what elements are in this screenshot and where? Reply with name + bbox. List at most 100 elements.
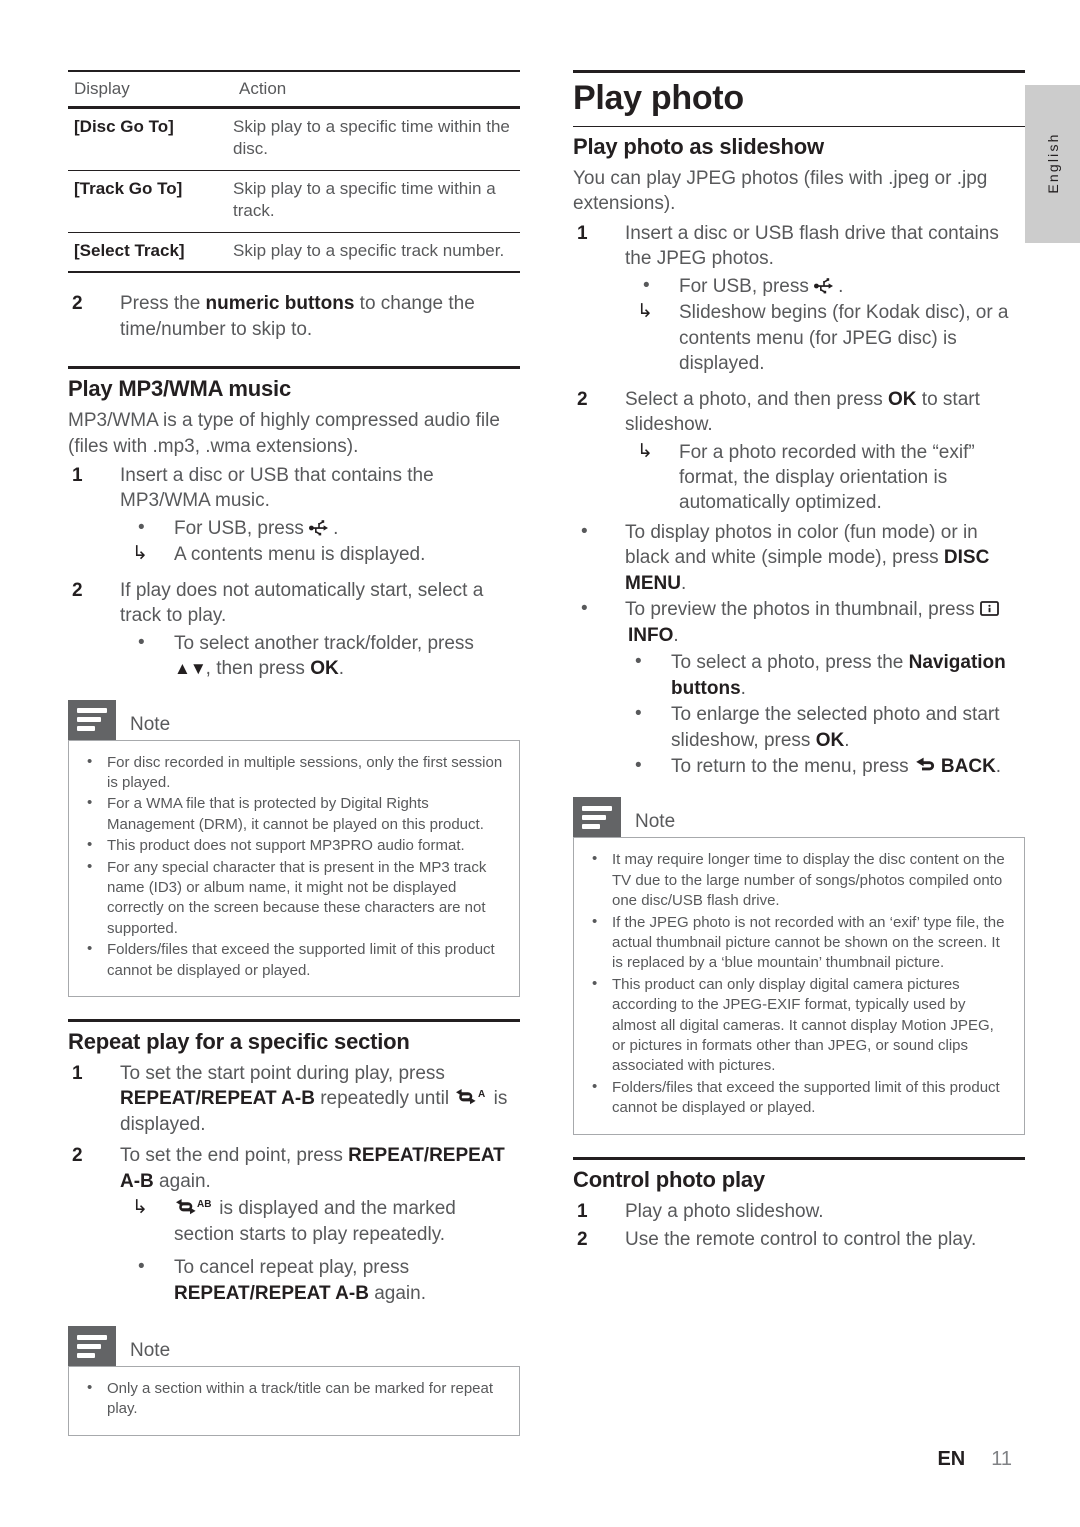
step-number: 1 <box>72 1062 83 1084</box>
step-text: Use the remote control to control the pl… <box>625 1228 977 1250</box>
sub-bullet-text: For USB, press <box>174 517 310 539</box>
note-item: • This product can only display digital c… <box>584 975 1008 1077</box>
sub-bullet-text: For USB, press <box>679 275 815 297</box>
mp3-steps: 1 Insert a disc or USB that contains the… <box>68 463 520 682</box>
section-divider <box>68 366 520 370</box>
sub-bullet-text: To select another track/folder, press <box>174 632 474 654</box>
step-item: 1 Insert a disc or USB flash drive that … <box>573 221 1025 377</box>
top-bullet-text: To display photos in color (fun mode) or… <box>625 521 978 569</box>
language-side-tab: English <box>1025 85 1080 243</box>
control-heading: Control photo play <box>573 1166 765 1192</box>
note-icon <box>68 1326 116 1366</box>
step-text-b: again. <box>153 1170 211 1192</box>
footer-page-number: 11 <box>991 1448 1012 1470</box>
top-bullet-text: To preview the photos in thumbnail, pres… <box>625 599 980 621</box>
language-side-tab-label: English <box>1044 132 1061 194</box>
table-row: [Track Go To] Skip play to a specific ti… <box>68 170 520 233</box>
step-sub-list: • For USB, press . ↳ Slideshow begins (f… <box>625 274 1025 377</box>
sub-bullet-text: To cancel repeat play, press <box>174 1257 410 1279</box>
bullet-dot: • <box>138 516 145 538</box>
bullet-dot: • <box>581 598 588 620</box>
sub-bullet: • To cancel repeat play, press REPEAT/RE… <box>120 1255 520 1306</box>
step-item: 2 Select a photo, and then press OK to s… <box>573 387 1025 516</box>
slideshow-top-bullets: • To display photos in color (fun mode) … <box>573 520 1025 648</box>
deep-bullet-text-post: . <box>844 729 850 751</box>
sub-bullet-text-post: . <box>838 275 844 297</box>
keyword-ok: OK <box>310 658 339 680</box>
mp3-heading: Play MP3/WMA music <box>68 376 291 402</box>
keyword-ok: OK <box>888 388 917 410</box>
top-bullet: • To display photos in color (fun mode) … <box>573 520 1025 596</box>
sub-bullet: • For USB, press . <box>120 516 520 541</box>
note-icon <box>68 699 116 740</box>
note-item: • Folders/files that exceed the supported… <box>79 940 503 981</box>
bullet-dot: • <box>87 752 93 770</box>
note-item: • It may require longer time to display t… <box>584 850 1008 911</box>
step-text-a: To set the start point during play, pres… <box>120 1062 445 1084</box>
step-item: 2 To set the end point, press REPEAT/REP… <box>68 1143 520 1306</box>
navigation-arrows-icon: ▲▼ <box>174 659 207 679</box>
sub-bullet-text-post: . <box>333 517 339 539</box>
sub-bullet-text-post: . <box>338 658 344 680</box>
step-sub-list: • To select another track/folder, press … <box>120 631 520 682</box>
note-header: Note <box>573 797 1025 838</box>
arrow-step-icon: ↳ <box>132 543 148 565</box>
top-bullet-text-post: . <box>680 572 687 594</box>
step-number: 2 <box>577 388 588 410</box>
control-steps: 1 Play a photo slideshow. 2 Use the remo… <box>573 1199 1025 1253</box>
info-icon <box>979 600 1000 617</box>
note-title: Note <box>130 1340 171 1361</box>
table-row: [Disc Go To] Skip play to a specific tim… <box>68 107 520 171</box>
table-cell-action: Skip play to a specific time within the … <box>233 107 520 171</box>
deep-bullet: • To enlarge the selected photo and star… <box>573 702 1025 753</box>
note-item-text: For disc recorded in multiple sessions, … <box>107 753 503 792</box>
sub-bullet-text-mid: , then press <box>205 658 311 680</box>
manual-page: English Display Action [Disc Go To] Skip… <box>0 0 1080 1527</box>
bullet-dot: • <box>87 1379 93 1396</box>
step-text: Play a photo slideshow. <box>625 1200 824 1222</box>
note-item-text: For a WMA file that is protected by Digi… <box>107 795 484 833</box>
note-item-text: This product does not support MP3PRO aud… <box>107 837 465 855</box>
note-box-repeat: Note • Only a section within a track/titl… <box>68 1326 520 1436</box>
bullet-dot: • <box>592 974 598 992</box>
repeat-a-icon: A <box>454 1088 488 1106</box>
deep-bullet: • To select a photo, press the Navigatio… <box>573 650 1025 701</box>
bullet-dot: • <box>581 520 588 542</box>
step-number: 2 <box>72 293 83 315</box>
bullet-dot: • <box>635 703 642 725</box>
bullet-dot: • <box>635 754 642 776</box>
chapter-divider-bottom <box>573 126 1025 127</box>
table-header-row: Display Action <box>68 70 520 109</box>
keyword-back: BACK <box>940 755 996 777</box>
note-item-text: This product can only display digital ca… <box>612 975 994 1075</box>
step-sub-list: ↳ AB is displayed and the marked section… <box>120 1196 520 1306</box>
top-bullet: • To preview the photos in thumbnail, pr… <box>573 597 1025 648</box>
note-item-text: Only a section within a track/title can … <box>107 1380 494 1418</box>
step-text: To set the start point during play, pres… <box>120 1063 507 1135</box>
arrow-step-icon: ↳ <box>637 440 653 462</box>
step-text: To set the end point, press REPEAT/REPEA… <box>120 1145 505 1191</box>
footer-language-code: EN <box>937 1448 966 1470</box>
right-column: Play photo Play photo as slideshow You c… <box>573 70 1025 1255</box>
deep-bullet-text: To select a photo, press the <box>671 652 909 674</box>
note-body: • It may require longer time to display t… <box>573 837 1025 1135</box>
sub-arrow-text: A contents menu is displayed. <box>174 544 426 566</box>
step-item: 2 If play does not automatically start, … <box>68 578 520 682</box>
deep-bullet: • To return to the menu, press BACK. <box>573 754 1025 779</box>
note-title: Note <box>635 811 676 833</box>
arrow-step-icon: ↳ <box>637 301 653 323</box>
step-item: 1 Play a photo slideshow. <box>573 1199 1025 1224</box>
note-item-text: Folders/files that exceed the supported … <box>612 1078 1000 1117</box>
step-text: Select a photo, and then press OK to sta… <box>625 389 980 435</box>
step-item: 1 Insert a disc or USB that contains the… <box>68 463 520 568</box>
repeat-heading: Repeat play for a specific section <box>68 1028 410 1054</box>
bullet-dot: • <box>138 631 145 653</box>
bullet-dot: • <box>592 850 598 868</box>
sub-arrow-item: ↳ AB is displayed and the marked section… <box>120 1196 520 1247</box>
sub-bullet-text-post: again. <box>368 1282 426 1304</box>
table-row: [Select Track] Skip play to a specific t… <box>68 232 520 274</box>
table-header-display: Display <box>68 70 233 109</box>
sub-arrow-text: Slideshow begins (for Kodak disc), or a … <box>679 302 1009 375</box>
step-text-b: repeatedly until <box>314 1088 455 1110</box>
svg-text:A: A <box>478 1089 485 1100</box>
